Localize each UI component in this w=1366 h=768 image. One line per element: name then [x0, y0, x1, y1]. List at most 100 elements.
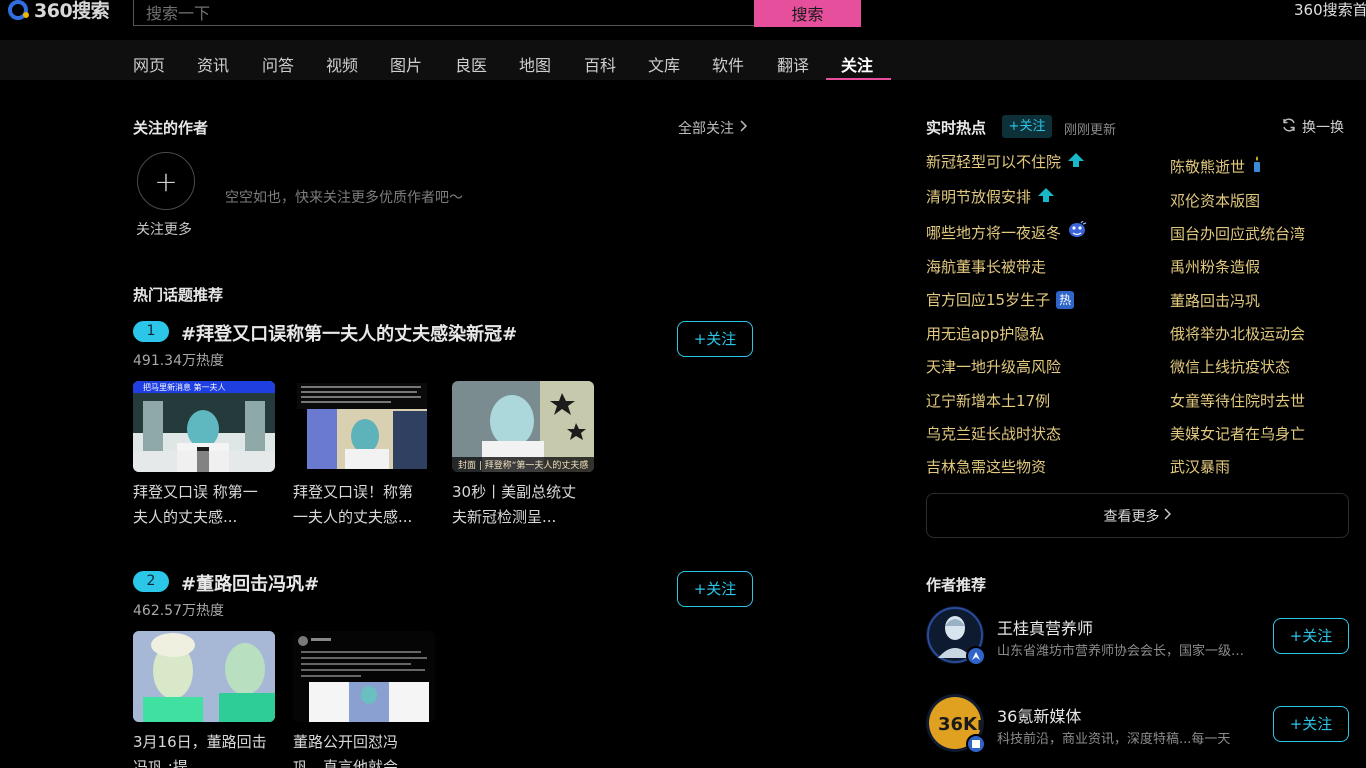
hot-item[interactable]: 禹州粉条造假 — [1170, 256, 1260, 277]
hot-item[interactable]: 乌克兰延长战时状态 — [926, 423, 1061, 444]
nav-item-news[interactable]: 资讯 — [197, 52, 229, 80]
hot-item-text: 辽宁新增本土17例 — [926, 392, 1051, 410]
thumb-overlay-text: 把马里新消息 第一夫人 — [143, 382, 226, 392]
hot-item-text: 新冠轻型可以不住院 — [926, 153, 1062, 171]
home-link[interactable]: 360搜索首 — [1294, 0, 1366, 20]
hot-item[interactable]: 哪些地方将一夜返冬 — [926, 220, 1087, 243]
refresh-label: 换一换 — [1302, 120, 1344, 136]
search-button[interactable]: 搜索 — [754, 0, 861, 27]
hot-item[interactable]: 辽宁新增本土17例 — [926, 390, 1050, 411]
hot-item-text: 乌克兰延长战时状态 — [926, 425, 1062, 443]
author-follow-button[interactable]: +关注 — [1273, 618, 1349, 654]
add-author-button[interactable]: + — [137, 152, 195, 210]
nav-item-follow[interactable]: 关注 — [841, 52, 873, 80]
nav-item-qa[interactable]: 问答 — [262, 52, 294, 80]
hot-item[interactable]: 董路回击冯巩 — [1170, 290, 1260, 311]
topic-heat: 491.34万热度 — [133, 353, 224, 369]
realtime-hot-follow-button[interactable]: +关注 — [1002, 115, 1052, 138]
nav-item-doctor[interactable]: 良医 — [455, 52, 487, 80]
hot-item[interactable]: 邓伦资本版图 — [1170, 190, 1260, 211]
hot-item[interactable]: 海航董事长被带走 — [926, 256, 1046, 277]
topic-thumbnail[interactable]: 封面 | 拜登称“第一夫人的丈夫感 — [452, 381, 594, 472]
verified-icon — [966, 646, 986, 666]
topic-follow-button[interactable]: +关注 — [677, 321, 753, 357]
hot-item-text: 哪些地方将一夜返冬 — [926, 223, 1062, 242]
topic-rank-badge: 2 — [133, 571, 169, 592]
caption-line: 拜登又口误！称第 — [293, 483, 414, 501]
thumbnail-caption[interactable]: 董路公开回怼冯 巩，直言他就会... — [293, 730, 443, 768]
caption-line: 夫人的丈夫感... — [133, 508, 238, 526]
caption-line: 夫新冠检测呈... — [452, 508, 557, 526]
thumbnail-caption[interactable]: 拜登又口误 称第一 夫人的丈夫感... — [133, 480, 283, 530]
add-more-label[interactable]: 关注更多 — [136, 219, 192, 239]
all-follow-link[interactable]: 全部关注 — [678, 118, 748, 138]
topic-thumbnail[interactable] — [133, 631, 275, 722]
search-input[interactable] — [134, 0, 755, 25]
topic-title[interactable]: #董路回击冯巩# — [181, 570, 319, 596]
hot-item-text: 董路回击冯巩 — [1170, 292, 1261, 310]
hot-badge: 热 — [1056, 290, 1075, 309]
topic-thumbnail[interactable] — [293, 631, 435, 722]
hot-item-text: 禹州粉条造假 — [1170, 258, 1261, 276]
thumbnail-caption[interactable]: 3月16日，董路回击 冯巩 :提... — [133, 730, 283, 768]
hot-item-text: 海航董事长被带走 — [926, 258, 1047, 276]
topic-title[interactable]: #拜登又口误称第一夫人的丈夫感染新冠# — [181, 320, 517, 346]
author-name[interactable]: 36氪新媒体 — [997, 703, 1081, 727]
hot-item[interactable]: 俄将举办北极运动会 — [1170, 323, 1305, 344]
hot-item-text: 清明节放假安排 — [926, 188, 1032, 206]
hot-item[interactable]: 美媒女记者在乌身亡 — [1170, 423, 1305, 444]
nav-item-map[interactable]: 地图 — [519, 52, 551, 80]
topic-follow-button[interactable]: +关注 — [677, 571, 753, 607]
topic-thumbnail[interactable] — [293, 381, 435, 472]
hot-item-text: 女童等待住院时去世 — [1170, 392, 1306, 410]
refresh-icon — [1281, 117, 1297, 137]
realtime-hot-updated: 刚刚更新 — [1064, 123, 1117, 138]
plus-icon: + — [154, 164, 178, 198]
nav-item-baike[interactable]: 百科 — [584, 52, 616, 80]
hot-item-text: 邓伦资本版图 — [1170, 192, 1261, 210]
hot-item[interactable]: 清明节放假安排 — [926, 186, 1055, 207]
hot-item[interactable]: 微信上线抗疫状态 — [1170, 356, 1290, 377]
nav-item-web[interactable]: 网页 — [133, 52, 165, 80]
author-follow-button[interactable]: +关注 — [1273, 706, 1349, 742]
candle-icon — [1251, 155, 1263, 177]
hot-item-text: 天津一地升级高风险 — [926, 358, 1062, 376]
verified-icon — [966, 734, 986, 754]
chevron-right-icon — [1164, 508, 1172, 524]
thumbnail-caption[interactable]: 30秒丨美副总统丈 夫新冠检测呈... — [452, 480, 602, 530]
nav-item-software[interactable]: 软件 — [712, 52, 744, 80]
caption-line: 一夫人的丈夫感... — [293, 508, 413, 526]
hot-item[interactable]: 用无追app护隐私 — [926, 323, 1044, 344]
caption-line: 巩，直言他就会... — [293, 758, 413, 768]
hot-item[interactable]: 武汉暴雨 — [1170, 456, 1230, 477]
hot-item-text: 武汉暴雨 — [1170, 458, 1231, 476]
hot-item[interactable]: 国台办回应武统台湾 — [1170, 223, 1305, 244]
topic-thumbnail[interactable]: 把马里新消息 第一夫人 — [133, 381, 275, 472]
author-name[interactable]: 王桂真营养师 — [997, 615, 1093, 639]
hot-item[interactable]: 官方回应15岁生子 热 — [926, 289, 1075, 310]
view-more-label: 查看更多 — [1103, 508, 1160, 525]
logo-icon — [6, 0, 32, 20]
rising-arrow-icon — [1037, 187, 1055, 207]
author-desc: 科技前沿，商业资讯，深度特稿...每一天 — [997, 732, 1231, 747]
view-more-button[interactable]: 查看更多 — [926, 493, 1349, 538]
logo[interactable]: 360搜索 — [6, 0, 110, 22]
hot-item[interactable]: 吉林急需这些物资 — [926, 456, 1046, 477]
nav-item-translate[interactable]: 翻译 — [777, 52, 809, 80]
author-recommend-title: 作者推荐 — [926, 576, 987, 594]
caption-line: 董路公开回怼冯 — [293, 733, 399, 751]
topic-rank-badge: 1 — [133, 321, 169, 342]
hot-item[interactable]: 天津一地升级高风险 — [926, 356, 1061, 377]
hot-item[interactable]: 新冠轻型可以不住院 — [926, 151, 1085, 172]
hot-item-text: 官方回应15岁生子 — [926, 291, 1051, 309]
search-box — [133, 0, 755, 26]
thumbnail-caption[interactable]: 拜登又口误！称第 一夫人的丈夫感... — [293, 480, 443, 530]
refresh-button[interactable]: 换一换 — [1281, 117, 1344, 137]
hot-item[interactable]: 女童等待住院时去世 — [1170, 390, 1305, 411]
nav-item-image[interactable]: 图片 — [390, 52, 422, 80]
nav-item-wenku[interactable]: 文库 — [648, 52, 680, 80]
nav-bar: 网页 资讯 问答 视频 图片 良医 地图 百科 文库 软件 翻译 关注 — [0, 40, 1366, 80]
nav-item-video[interactable]: 视频 — [326, 52, 358, 80]
cold-weather-icon — [1067, 220, 1087, 243]
hot-item[interactable]: 陈敬熊逝世 — [1170, 155, 1263, 177]
